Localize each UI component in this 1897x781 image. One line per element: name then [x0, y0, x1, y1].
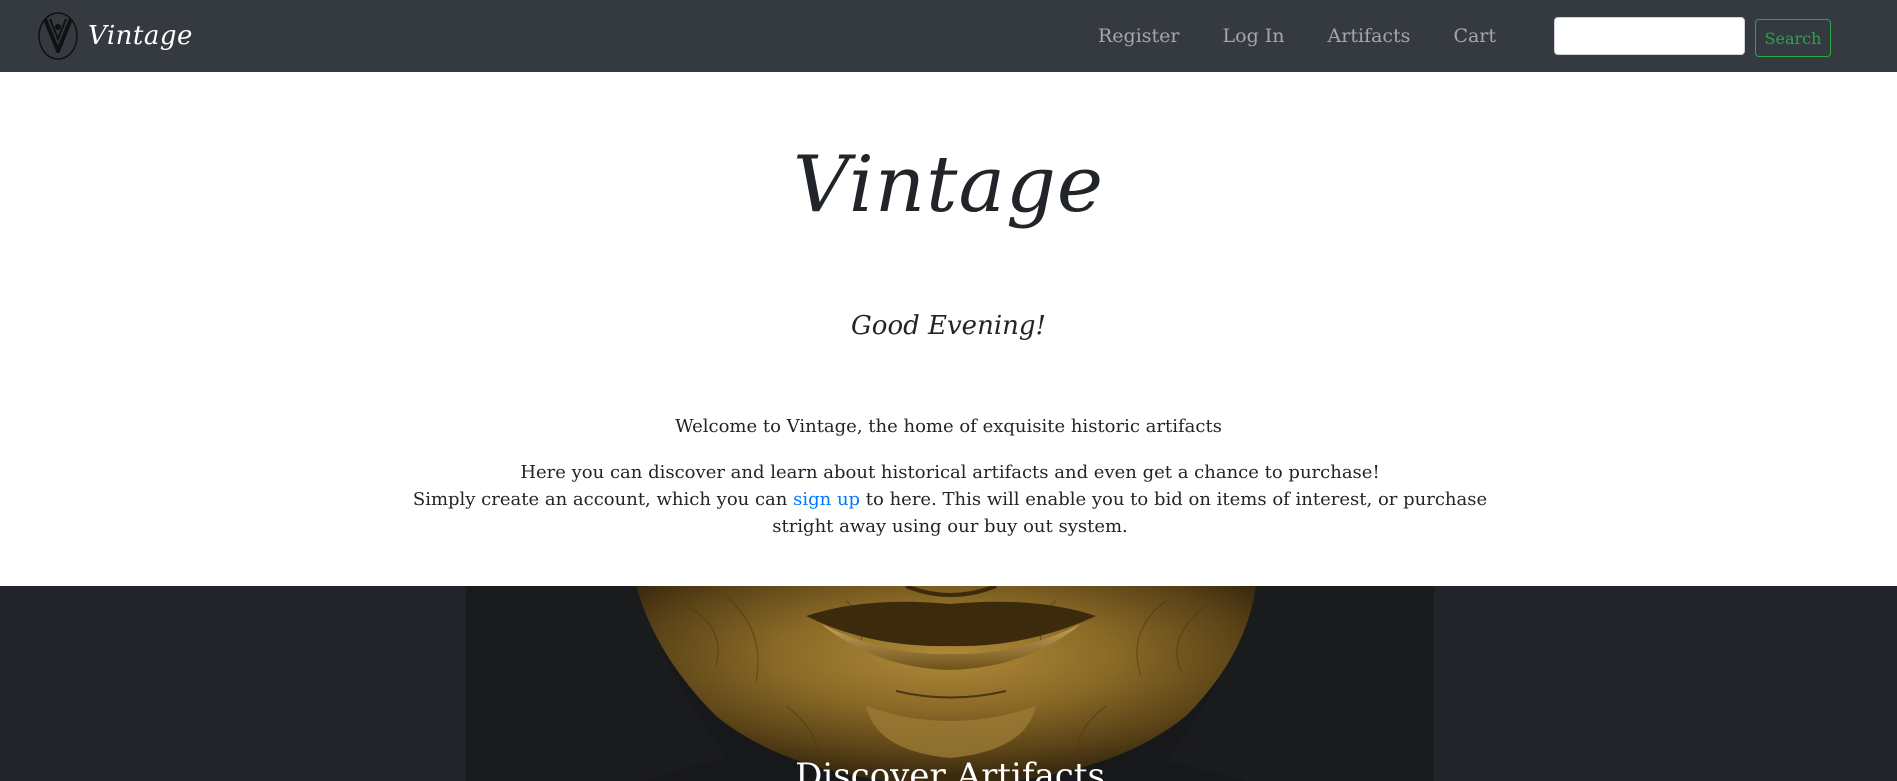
- brand-name: Vintage: [88, 21, 193, 51]
- carousel-slide[interactable]: Discover Artifacts: [466, 586, 1434, 781]
- nav-link-register[interactable]: Register: [1098, 25, 1180, 47]
- nav-link-cart[interactable]: Cart: [1453, 25, 1496, 47]
- nav-links: Register Log In Artifacts Cart: [1098, 0, 1539, 72]
- nav-link-login[interactable]: Log In: [1223, 25, 1285, 47]
- vintage-logo-icon: [38, 12, 78, 60]
- description-pre-link: Simply create an account, which you can: [412, 489, 794, 510]
- nav-link-artifacts[interactable]: Artifacts: [1328, 25, 1411, 47]
- search-input[interactable]: [1554, 17, 1745, 55]
- description-post-link: to here. This will enable you to bid on …: [772, 489, 1488, 537]
- navbar: Vintage Register Log In Artifacts Cart S…: [0, 0, 1897, 72]
- brand-link[interactable]: Vintage: [36, 10, 193, 62]
- search-button[interactable]: Search: [1755, 19, 1831, 57]
- carousel: Discover Artifacts: [0, 586, 1897, 781]
- gold-mask-image: [466, 586, 1434, 781]
- greeting-heading: Good Evening!: [851, 311, 1046, 341]
- sign-up-link[interactable]: sign up: [793, 489, 860, 510]
- description-line-1: Here you can discover and learn about hi…: [520, 462, 1380, 483]
- description-text: Here you can discover and learn about hi…: [403, 459, 1497, 540]
- carousel-caption: Discover Artifacts: [795, 756, 1105, 781]
- hero-title: Vintage: [792, 140, 1105, 230]
- welcome-text: Welcome to Vintage, the home of exquisit…: [675, 416, 1222, 437]
